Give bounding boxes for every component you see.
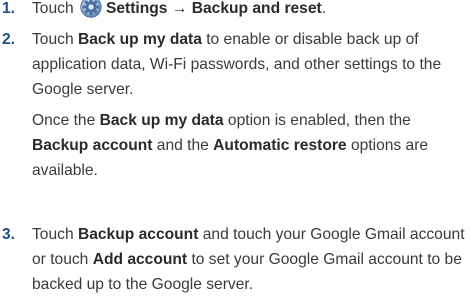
bold-text: Automatic restore: [213, 137, 347, 154]
bold-text: Backup account: [32, 137, 153, 154]
step-text: Touch Back up my data to enable or disab…: [32, 27, 467, 183]
step-number: 2.: [2, 31, 16, 48]
text: Touch: [32, 226, 78, 243]
text: Touch: [32, 31, 78, 48]
step-paragraph: Touch Backup account and touch your Goog…: [32, 222, 467, 297]
step-text: Touch Settings → Backup and reset.: [32, 0, 467, 21]
text: option is enabled, then the: [223, 112, 411, 129]
step-text: Touch Backup account and touch your Goog…: [32, 222, 467, 297]
bold-text: Settings → Backup and reset: [105, 0, 322, 17]
text: Touch: [32, 0, 78, 17]
text: .: [321, 0, 327, 17]
text: Once the: [32, 112, 100, 129]
text: and the: [152, 137, 214, 154]
bold-text: Back up my data: [77, 31, 202, 48]
step-paragraph: Touch Back up my data to enable or disab…: [32, 27, 467, 102]
bold-text: Add account: [92, 251, 188, 268]
bold-text: Backup account: [77, 226, 199, 243]
step-number: 1.: [2, 0, 16, 17]
step-paragraph: Touch Settings → Backup and reset.: [32, 0, 467, 21]
bold-text: Back up my data: [99, 112, 224, 129]
gear-icon: [80, 0, 102, 18]
step-number: 3.: [2, 226, 16, 243]
step-paragraph: Once the Back up my data option is enabl…: [32, 108, 467, 183]
